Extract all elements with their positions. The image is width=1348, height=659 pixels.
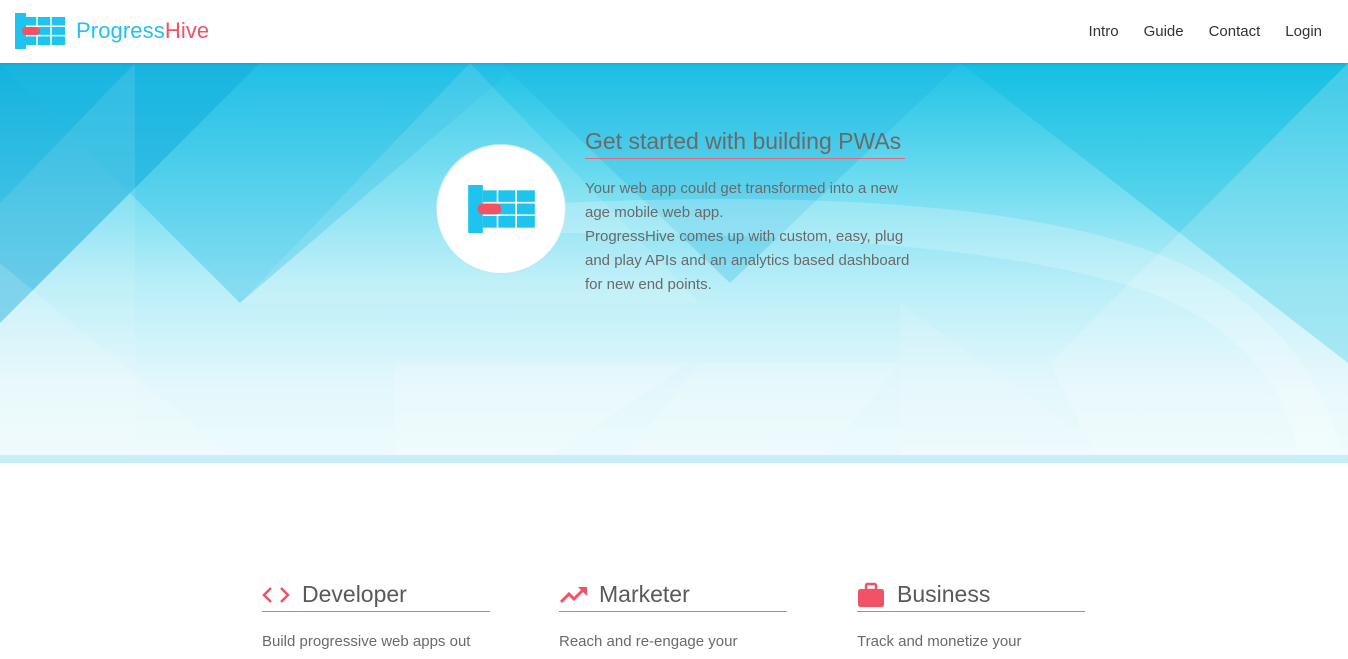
top-navbar: ProgressHive Intro Guide Contact Login (0, 0, 1348, 63)
hero-title: Get started with building PWAs (585, 128, 906, 159)
feature-header: Developer (262, 578, 490, 612)
nav-login-link[interactable]: Login (1285, 23, 1322, 40)
feature-title: Developer (302, 581, 407, 607)
nav-contact-link[interactable]: Contact (1209, 23, 1261, 40)
feature-developer: Developer Build progressive web apps out (262, 578, 490, 654)
hero-logo-badge (436, 144, 566, 274)
hero-content: Get started with building PWAs Your web … (585, 128, 925, 297)
nav-guide-link[interactable]: Guide (1144, 23, 1184, 40)
hive-logo-icon (468, 185, 535, 233)
hive-logo-icon (15, 13, 65, 49)
feature-description: Build progressive web apps out (262, 633, 471, 650)
hero-bottom-strip (0, 455, 1348, 463)
feature-header: Business (857, 578, 1085, 612)
brand-logo[interactable]: ProgressHive (15, 13, 209, 49)
main-nav: Intro Guide Contact Login (1089, 23, 1322, 40)
brand-name-accent: Hive (164, 18, 210, 43)
hero-description-line1: Your web app could get transformed into … (585, 180, 898, 221)
code-icon (262, 583, 292, 607)
brand-name-main: Progress (76, 18, 165, 43)
feature-business: Business Track and monetize your (857, 578, 1085, 654)
feature-title: Business (897, 581, 991, 607)
hero-description: Your web app could get transformed into … (585, 177, 925, 297)
nav-intro-link[interactable]: Intro (1089, 23, 1119, 40)
feature-description: Track and monetize your (857, 633, 1022, 650)
feature-marketer: Marketer Reach and re-engage your (559, 578, 787, 654)
brand-name: ProgressHive (76, 18, 209, 44)
feature-header: Marketer (559, 578, 787, 612)
hero-description-line2: ProgressHive comes up with custom, easy,… (585, 228, 910, 293)
briefcase-icon (857, 582, 887, 607)
feature-description: Reach and re-engage your (559, 633, 738, 650)
feature-title: Marketer (599, 581, 690, 607)
trending-up-icon (559, 583, 589, 607)
